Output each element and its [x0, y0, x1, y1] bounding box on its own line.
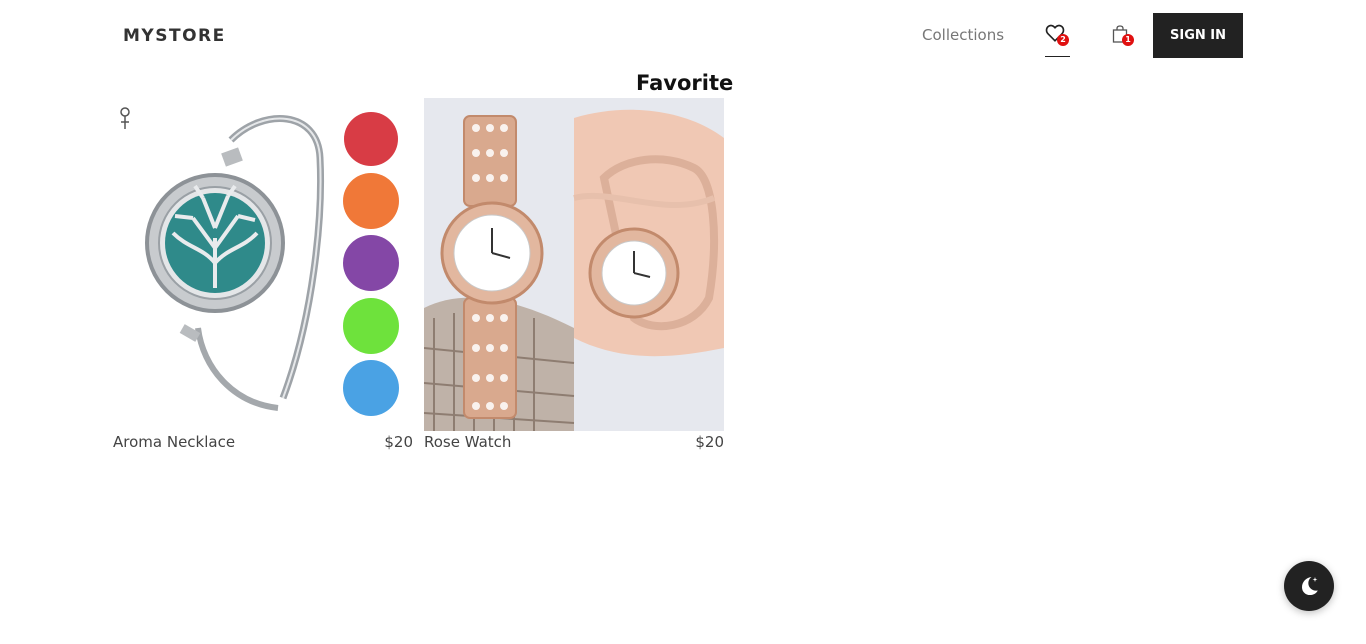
- product-card[interactable]: Rose Watch $20: [424, 98, 724, 451]
- product-price: $20: [384, 433, 413, 451]
- store-logo[interactable]: MYSTORE: [123, 26, 226, 46]
- sign-in-button[interactable]: SIGN IN: [1153, 13, 1243, 58]
- moon-icon: [1302, 577, 1318, 596]
- page-title: Favorite: [636, 71, 734, 95]
- nav-collections-link[interactable]: Collections: [922, 26, 1004, 44]
- active-underline: [1045, 55, 1070, 57]
- product-name[interactable]: Aroma Necklace: [113, 433, 235, 451]
- aroma-necklace-image[interactable]: [113, 98, 413, 431]
- cart-button[interactable]: 1: [1112, 25, 1136, 49]
- product-card[interactable]: Aroma Necklace $20: [113, 98, 413, 451]
- dark-mode-toggle[interactable]: [1284, 561, 1334, 611]
- product-meta: Rose Watch $20: [424, 433, 724, 451]
- cart-count-badge: 1: [1122, 34, 1134, 46]
- product-name[interactable]: Rose Watch: [424, 433, 511, 451]
- product-meta: Aroma Necklace $20: [113, 433, 413, 451]
- product-price: $20: [695, 433, 724, 451]
- site-header: MYSTORE Collections 2 1 SIGN IN: [0, 0, 1366, 70]
- rose-watch-image[interactable]: [424, 98, 724, 431]
- favorites-button[interactable]: 2: [1045, 24, 1071, 57]
- favorites-count-badge: 2: [1057, 34, 1069, 46]
